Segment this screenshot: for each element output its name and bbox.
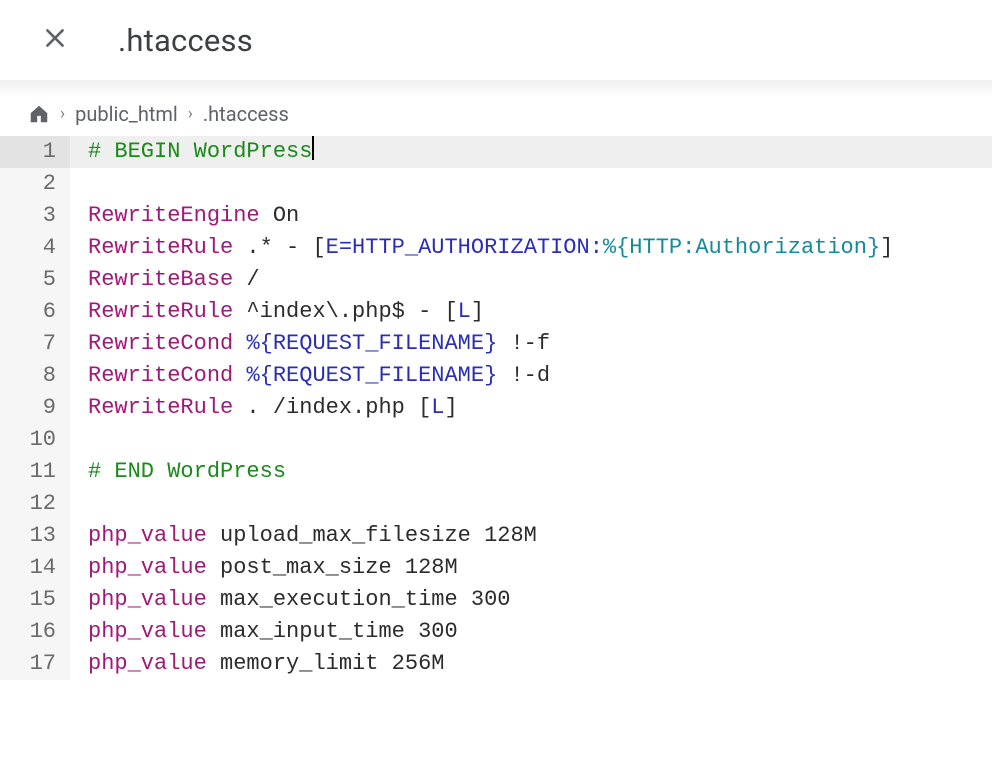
breadcrumb-segment[interactable]: .htaccess <box>203 102 289 126</box>
code-content[interactable]: RewriteRule ^index\.php$ - [L] <box>70 296 992 328</box>
line-number: 10 <box>0 424 70 456</box>
code-line[interactable]: 2 <box>0 168 992 200</box>
code-line[interactable]: 15php_value max_execution_time 300 <box>0 584 992 616</box>
home-icon[interactable] <box>28 103 50 125</box>
code-line[interactable]: 10 <box>0 424 992 456</box>
code-content[interactable]: RewriteCond %{REQUEST_FILENAME} !-d <box>70 360 992 392</box>
code-content[interactable]: RewriteBase / <box>70 264 992 296</box>
code-line[interactable]: 1# BEGIN WordPress <box>0 136 992 168</box>
code-line[interactable]: 12 <box>0 488 992 520</box>
code-content[interactable]: php_value post_max_size 128M <box>70 552 992 584</box>
code-content[interactable]: php_value max_input_time 300 <box>70 616 992 648</box>
code-content[interactable]: RewriteEngine On <box>70 200 992 232</box>
line-number: 15 <box>0 584 70 616</box>
code-line[interactable]: 7RewriteCond %{REQUEST_FILENAME} !-f <box>0 328 992 360</box>
line-number: 13 <box>0 520 70 552</box>
line-number: 5 <box>0 264 70 296</box>
code-content[interactable]: php_value upload_max_filesize 128M <box>70 520 992 552</box>
line-number: 2 <box>0 168 70 200</box>
line-number: 7 <box>0 328 70 360</box>
line-number: 6 <box>0 296 70 328</box>
code-line[interactable]: 4RewriteRule .* - [E=HTTP_AUTHORIZATION:… <box>0 232 992 264</box>
close-button[interactable] <box>40 25 70 55</box>
breadcrumb-segment[interactable]: public_html <box>75 102 178 126</box>
editor-header: .htaccess <box>0 0 992 80</box>
code-line[interactable]: 5RewriteBase / <box>0 264 992 296</box>
code-content[interactable] <box>70 424 992 456</box>
line-number: 11 <box>0 456 70 488</box>
code-line[interactable]: 8RewriteCond %{REQUEST_FILENAME} !-d <box>0 360 992 392</box>
line-number: 4 <box>0 232 70 264</box>
code-line[interactable]: 3RewriteEngine On <box>0 200 992 232</box>
line-number: 9 <box>0 392 70 424</box>
code-line[interactable]: 16php_value max_input_time 300 <box>0 616 992 648</box>
line-number: 8 <box>0 360 70 392</box>
code-content[interactable]: # END WordPress <box>70 456 992 488</box>
code-line[interactable]: 14php_value post_max_size 128M <box>0 552 992 584</box>
code-content[interactable]: RewriteCond %{REQUEST_FILENAME} !-f <box>70 328 992 360</box>
code-line[interactable]: 17php_value memory_limit 256M <box>0 648 992 680</box>
line-number: 12 <box>0 488 70 520</box>
code-line[interactable]: 11# END WordPress <box>0 456 992 488</box>
line-number: 3 <box>0 200 70 232</box>
breadcrumb: › public_html › .htaccess <box>0 98 992 136</box>
chevron-right-icon: › <box>60 104 65 124</box>
code-content[interactable]: RewriteRule . /index.php [L] <box>70 392 992 424</box>
code-line[interactable]: 6RewriteRule ^index\.php$ - [L] <box>0 296 992 328</box>
header-divider <box>0 80 992 98</box>
line-number: 14 <box>0 552 70 584</box>
code-content[interactable]: RewriteRule .* - [E=HTTP_AUTHORIZATION:%… <box>70 232 992 264</box>
line-number: 17 <box>0 648 70 680</box>
code-line[interactable]: 13php_value upload_max_filesize 128M <box>0 520 992 552</box>
code-content[interactable]: # BEGIN WordPress <box>70 136 992 168</box>
chevron-right-icon: › <box>188 104 193 124</box>
line-number: 1 <box>0 136 70 168</box>
code-content[interactable] <box>70 488 992 520</box>
code-content[interactable]: php_value max_execution_time 300 <box>70 584 992 616</box>
close-icon <box>42 25 68 55</box>
code-line[interactable]: 9RewriteRule . /index.php [L] <box>0 392 992 424</box>
code-content[interactable] <box>70 168 992 200</box>
code-content[interactable]: php_value memory_limit 256M <box>70 648 992 680</box>
text-cursor <box>312 136 314 160</box>
line-number: 16 <box>0 616 70 648</box>
file-title: .htaccess <box>118 22 253 59</box>
code-editor[interactable]: 1# BEGIN WordPress2 3RewriteEngine On4Re… <box>0 136 992 680</box>
